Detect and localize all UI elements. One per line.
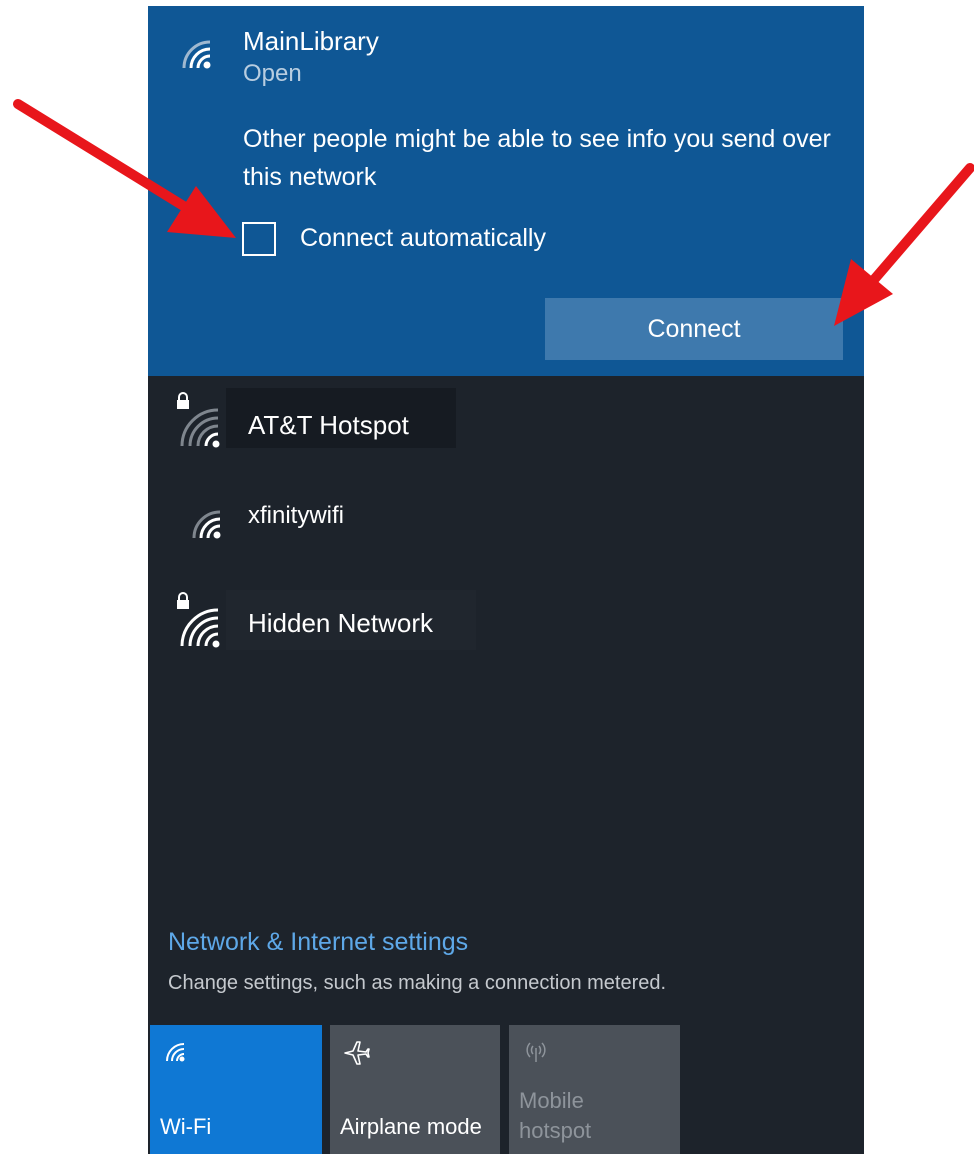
right-annotation-arrow xyxy=(834,163,974,326)
annotation-arrows xyxy=(13,99,974,326)
left-annotation-arrow xyxy=(13,99,236,238)
